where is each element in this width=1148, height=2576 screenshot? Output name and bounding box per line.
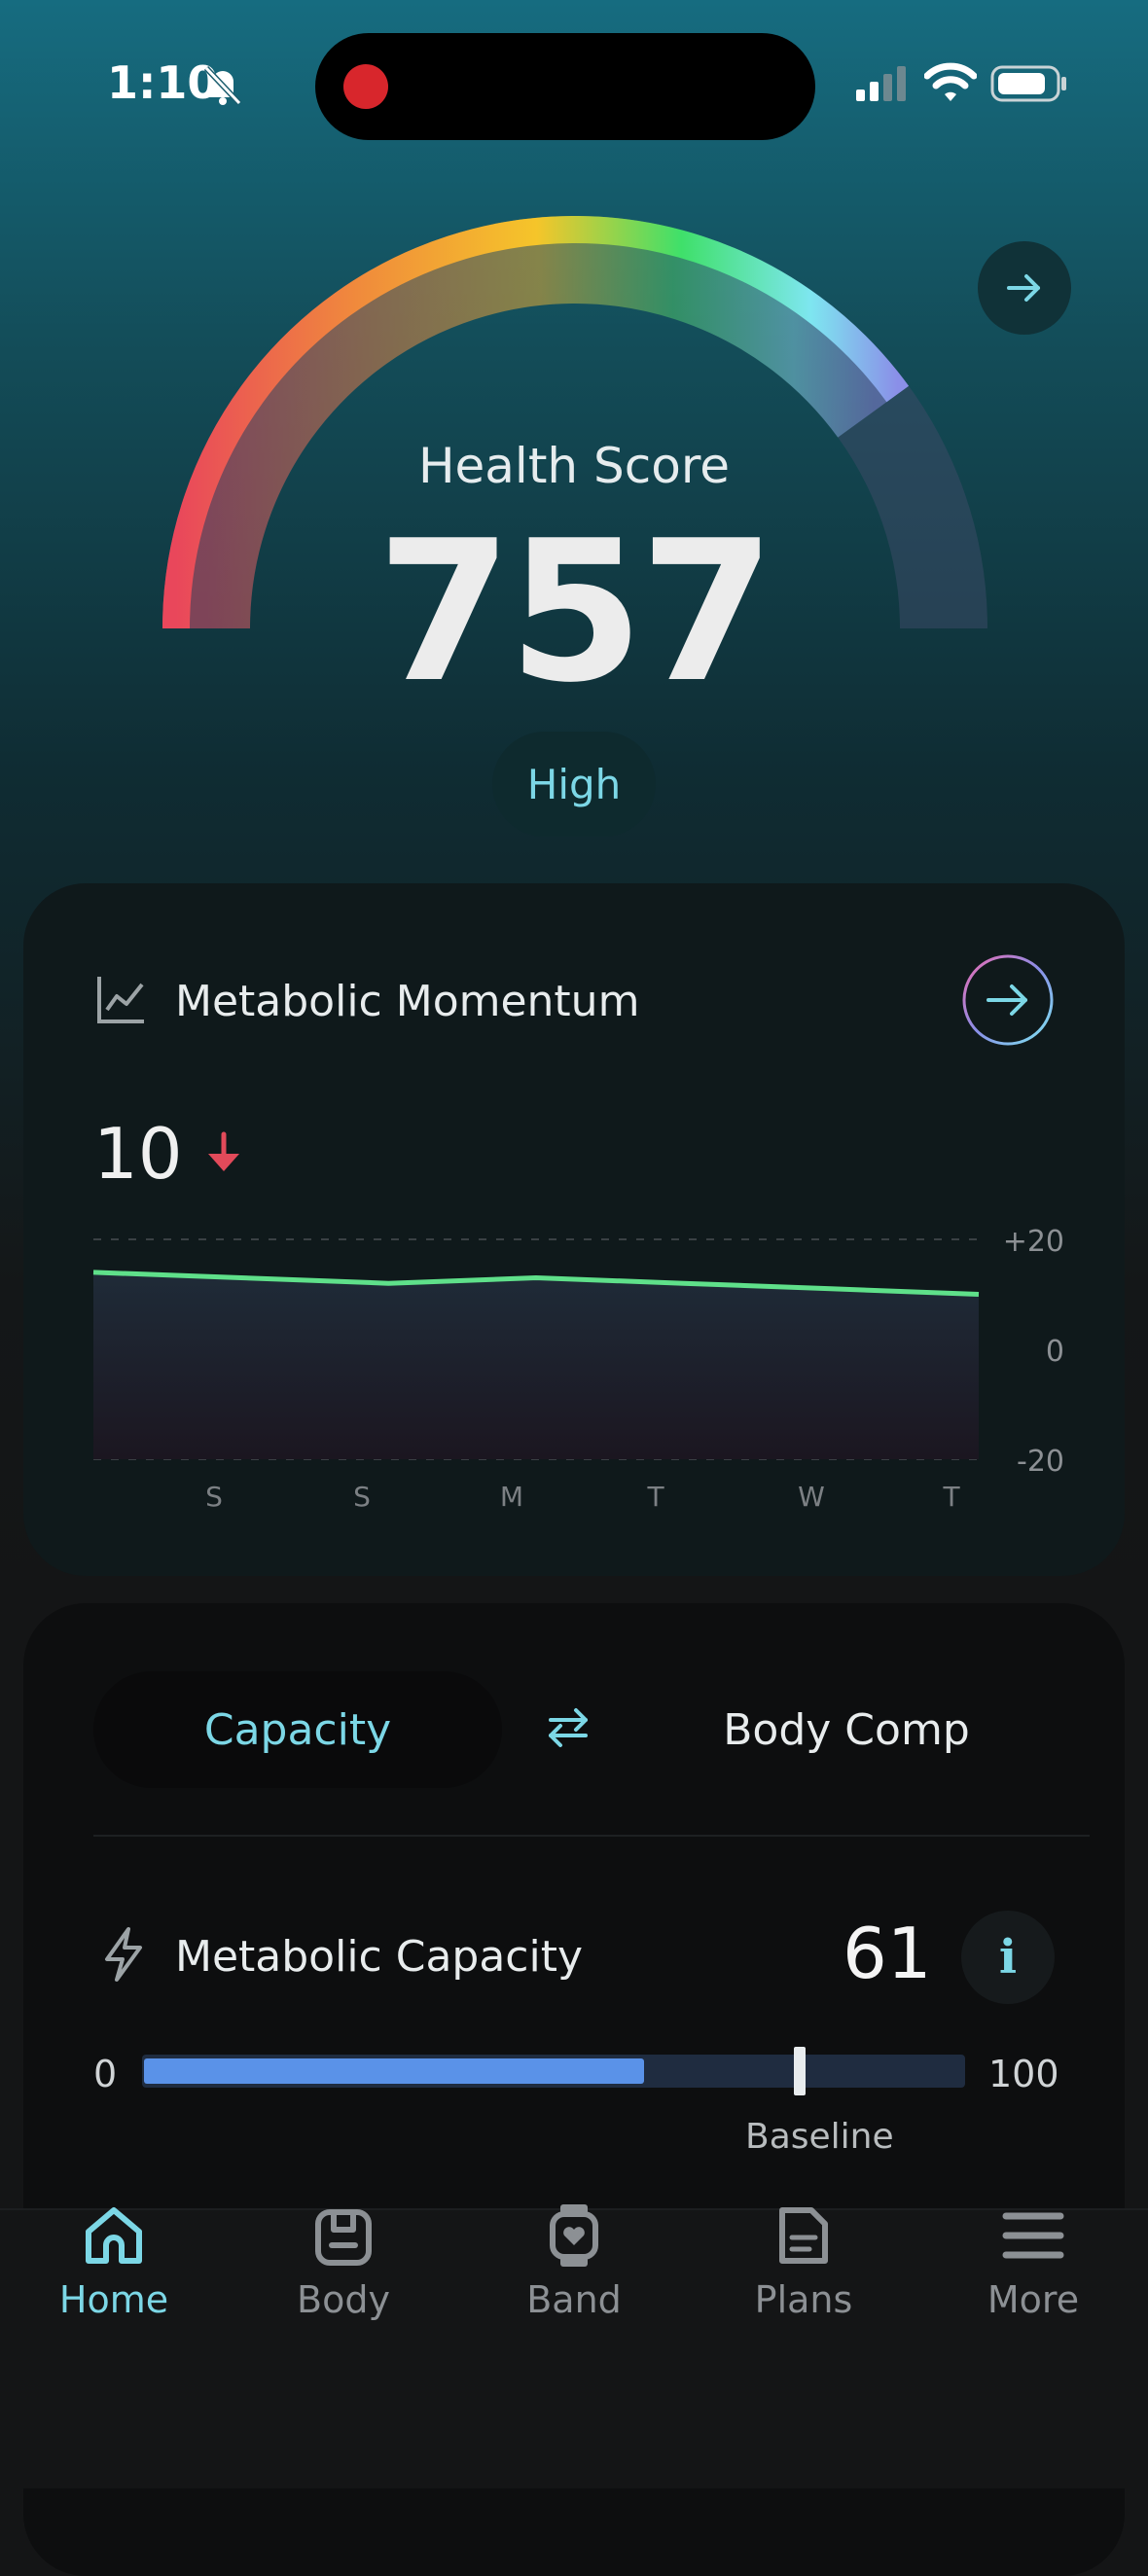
segment-capacity[interactable]: Capacity [93,1671,502,1788]
chart-y-tick: 0 [1046,1335,1064,1369]
swap-icon[interactable] [545,1704,592,1751]
chart-x-tick: T [942,1481,960,1513]
tab-band-label: Band [526,2278,622,2321]
capacity-bar-fill [144,2058,644,2084]
metabolic-momentum-arrow-button[interactable] [961,953,1055,1047]
chart-x-tick: M [500,1481,523,1513]
tab-body[interactable]: Body [246,2200,441,2321]
tab-band[interactable]: Band [477,2200,671,2321]
document-icon [779,2207,828,2264]
capacity-range-max: 100 [988,2053,1059,2095]
metabolic-capacity-title: Metabolic Capacity [175,1932,584,1982]
battery-icon [990,65,1066,102]
tab-plans[interactable]: Plans [706,2200,901,2321]
bell-slash-icon [203,65,242,106]
divider [93,1835,1090,1837]
tab-more-label: More [987,2278,1080,2321]
health-score-label: Health Score [417,438,731,494]
lightning-icon [105,1927,142,1982]
arrow-right-icon [1007,274,1040,302]
info-button[interactable]: i [961,1911,1055,2004]
clipboard-icon [315,2209,372,2266]
metabolic-momentum-chart: +20 0 -20 S S M T W T [92,1225,1064,1513]
menu-icon [1002,2212,1064,2259]
wifi-icon [924,62,977,101]
tab-plans-label: Plans [754,2278,853,2321]
chart-x-tick: S [353,1481,371,1513]
arrow-down-icon [208,1131,239,1171]
baseline-marker [793,2047,806,2095]
tab-home-label: Home [58,2278,169,2321]
chart-x-tick: W [798,1481,825,1513]
home-icon [86,2207,142,2264]
tab-body-label: Body [297,2278,390,2321]
watch-heart-icon [550,2204,598,2267]
signal-icon [856,66,906,101]
chart-y-tick: -20 [1017,1445,1064,1479]
segment-body-comp[interactable]: Body Comp [681,1671,1012,1788]
chart-y-tick: +20 [1003,1225,1064,1259]
tab-home[interactable]: Home [17,2200,211,2321]
health-score-arrow-button[interactable] [978,241,1071,335]
chart-x-tick: T [646,1481,664,1513]
chart-area [93,1271,979,1459]
tab-more[interactable]: More [936,2200,1130,2321]
chart-x-tick: S [205,1481,223,1513]
health-score-value: 757 [377,499,774,726]
metabolic-capacity-value: 61 [843,1913,932,1994]
baseline-label: Baseline [745,2117,894,2157]
arrow-right-circle-icon [962,954,1054,1046]
dynamic-island [315,33,815,140]
health-score-badge: High [492,732,656,837]
capacity-range-min: 0 [93,2053,118,2095]
metabolic-momentum-value: 10 [93,1113,183,1195]
line-chart-icon [97,977,144,1023]
record-icon [343,64,388,109]
metabolic-momentum-title: Metabolic Momentum [175,977,640,1026]
